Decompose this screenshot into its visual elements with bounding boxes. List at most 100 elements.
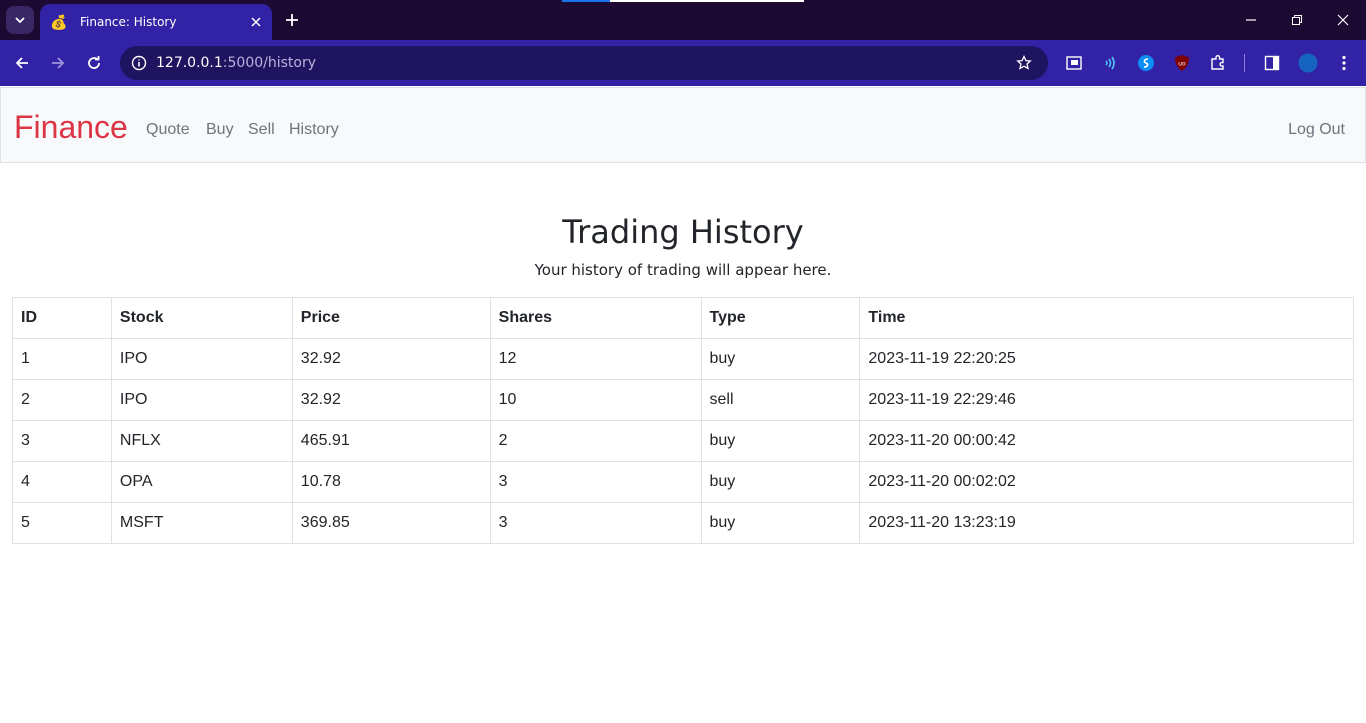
ublock-extension[interactable]: uo xyxy=(1170,51,1194,75)
table-row: 4 OPA 10.78 3 buy 2023-11-20 00:02:02 xyxy=(12,461,1354,503)
svg-text:uo: uo xyxy=(1178,61,1186,68)
picture-in-picture-icon xyxy=(1066,56,1082,70)
puzzle-piece-icon xyxy=(1211,55,1224,70)
url-path: :5000/history xyxy=(222,55,317,71)
active-tab[interactable]: 💰 Finance: History xyxy=(40,4,272,40)
cell-shares: 2 xyxy=(489,420,702,462)
cell-time: 2023-11-19 22:29:46 xyxy=(859,379,1354,421)
shazam-icon xyxy=(1138,55,1154,71)
extensions-button[interactable] xyxy=(1206,51,1230,75)
address-bar[interactable]: 127.0.0.1:5000/history xyxy=(120,46,1048,80)
minimize-button[interactable] xyxy=(1228,0,1274,40)
browser-tabstrip: 💰 Finance: History xyxy=(0,0,1366,40)
site-info-button[interactable] xyxy=(128,52,150,74)
cell-shares: 12 xyxy=(489,338,702,380)
cell-id: 2 xyxy=(12,379,112,421)
column-header-price: Price xyxy=(291,297,491,339)
cell-type: buy xyxy=(700,502,861,544)
page-subtitle: Your history of trading will appear here… xyxy=(534,261,832,279)
tab-loading-indicator xyxy=(562,0,804,2)
cell-time: 2023-11-19 22:20:25 xyxy=(859,338,1354,380)
column-header-shares: Shares xyxy=(489,297,702,339)
cell-price: 32.92 xyxy=(291,338,491,380)
side-panel-icon xyxy=(1264,55,1280,71)
restore-button[interactable] xyxy=(1274,0,1320,40)
table-row: 3 NFLX 465.91 2 buy 2023-11-20 00:00:42 xyxy=(12,420,1354,462)
history-table: ID Stock Price Shares Type Time 1 IPO 32… xyxy=(12,297,1354,544)
close-icon xyxy=(251,17,261,27)
profile-button[interactable] xyxy=(1296,51,1320,75)
cast-button[interactable] xyxy=(1062,51,1086,75)
reload-icon xyxy=(88,56,100,69)
info-icon xyxy=(131,55,147,71)
column-header-type: Type xyxy=(700,297,861,339)
cell-stock: OPA xyxy=(110,461,293,503)
cell-time: 2023-11-20 00:00:42 xyxy=(859,420,1354,462)
cell-shares: 3 xyxy=(489,502,702,544)
close-tab-button[interactable] xyxy=(246,12,266,32)
cell-type: buy xyxy=(700,338,861,380)
forward-button[interactable] xyxy=(44,49,72,77)
browser-toolbar: 127.0.0.1:5000/history uo xyxy=(0,40,1366,86)
cell-type: sell xyxy=(700,379,861,421)
tab-search-button[interactable] xyxy=(6,6,34,34)
table-row: 1 IPO 32.92 12 buy 2023-11-19 22:20:25 xyxy=(12,338,1354,380)
cell-type: buy xyxy=(700,420,861,462)
side-panel-button[interactable] xyxy=(1260,51,1284,75)
table-header-row: ID Stock Price Shares Type Time xyxy=(12,297,1354,339)
arrow-left-icon xyxy=(15,57,28,69)
table-row: 2 IPO 32.92 10 sell 2023-11-19 22:29:46 xyxy=(12,379,1354,421)
cell-time: 2023-11-20 00:02:02 xyxy=(859,461,1354,503)
url-text: 127.0.0.1:5000/history xyxy=(156,55,316,71)
cell-stock: IPO xyxy=(110,338,293,380)
close-icon xyxy=(1337,14,1349,26)
restore-icon xyxy=(1292,15,1302,25)
nav-link-history[interactable]: History xyxy=(289,120,339,140)
bookmark-button[interactable] xyxy=(1014,53,1034,73)
arrow-right-icon xyxy=(52,57,65,69)
cell-id: 4 xyxy=(12,461,112,503)
url-host: 127.0.0.1 xyxy=(156,55,223,71)
minimize-icon xyxy=(1246,19,1256,21)
cell-stock: NFLX xyxy=(110,420,293,462)
table-row: 5 MSFT 369.85 3 buy 2023-11-20 13:23:19 xyxy=(12,502,1354,544)
reload-button[interactable] xyxy=(80,49,108,77)
cell-id: 1 xyxy=(12,338,112,380)
more-vertical-icon xyxy=(1342,55,1346,71)
toolbar-divider xyxy=(1244,54,1245,72)
cell-shares: 3 xyxy=(489,461,702,503)
cell-id: 5 xyxy=(12,502,112,544)
back-button[interactable] xyxy=(8,49,36,77)
page-title: Trading History xyxy=(562,213,804,251)
close-window-button[interactable] xyxy=(1320,0,1366,40)
nav-link-quote[interactable]: Quote xyxy=(146,120,190,140)
shazam-extension[interactable] xyxy=(1134,51,1158,75)
nav-link-sell[interactable]: Sell xyxy=(248,120,275,140)
site-navbar: Finance Quote Buy Sell History Log Out xyxy=(0,87,1366,163)
tab-title: Finance: History xyxy=(80,15,177,29)
cell-price: 32.92 xyxy=(291,379,491,421)
plus-icon xyxy=(286,14,298,26)
cell-shares: 10 xyxy=(489,379,702,421)
new-tab-button[interactable] xyxy=(280,8,304,32)
cell-stock: MSFT xyxy=(110,502,293,544)
cell-price: 465.91 xyxy=(291,420,491,462)
nav-link-buy[interactable]: Buy xyxy=(206,120,234,140)
star-icon xyxy=(1016,55,1032,70)
read-aloud-extension[interactable] xyxy=(1098,51,1122,75)
cell-price: 369.85 xyxy=(291,502,491,544)
brand-logo[interactable]: Finance xyxy=(14,108,128,146)
cell-price: 10.78 xyxy=(291,461,491,503)
logout-link[interactable]: Log Out xyxy=(1288,120,1345,140)
cell-time: 2023-11-20 13:23:19 xyxy=(859,502,1354,544)
money-bag-icon: 💰 xyxy=(50,13,68,30)
ublock-shield-icon: uo xyxy=(1175,55,1189,71)
browser-menu-button[interactable] xyxy=(1332,51,1356,75)
column-header-time: Time xyxy=(859,297,1354,339)
cell-type: buy xyxy=(700,461,861,503)
avatar xyxy=(1298,53,1318,73)
cell-id: 3 xyxy=(12,420,112,462)
column-header-id: ID xyxy=(12,297,112,339)
chevron-down-icon xyxy=(15,17,25,24)
cell-stock: IPO xyxy=(110,379,293,421)
